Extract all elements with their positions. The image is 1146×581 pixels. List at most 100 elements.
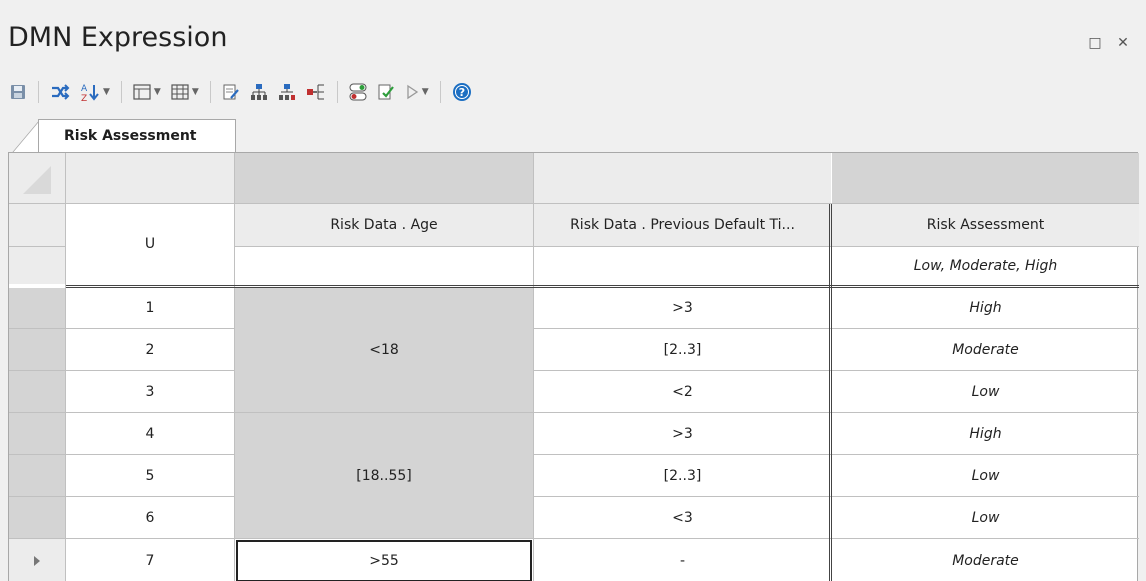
- toolbar-separator: [38, 81, 39, 103]
- input-2-cell[interactable]: <2: [534, 371, 831, 412]
- toggle-icon[interactable]: [346, 80, 370, 104]
- output-cell[interactable]: Moderate: [832, 329, 1139, 370]
- current-row-arrow-icon: [34, 555, 40, 566]
- output-allowed-values[interactable]: Low, Moderate, High: [832, 247, 1139, 284]
- grid-line: [9, 246, 65, 247]
- svg-text:Z: Z: [81, 94, 87, 102]
- maximize-icon[interactable]: □: [1086, 34, 1104, 52]
- chevron-down-icon[interactable]: ▼: [103, 87, 110, 97]
- rule-number: 4: [145, 425, 155, 442]
- help-icon[interactable]: ?: [449, 80, 475, 104]
- rule-number: 7: [145, 552, 155, 569]
- rule-number: 2: [145, 341, 155, 358]
- row-selector[interactable]: [9, 288, 65, 328]
- input-2-cell[interactable]: [2..3]: [534, 329, 831, 370]
- close-icon[interactable]: ✕: [1114, 34, 1132, 52]
- hit-policy-cell[interactable]: U: [66, 204, 234, 284]
- select-all-corner[interactable]: [9, 153, 65, 203]
- row-selector[interactable]: [9, 329, 65, 370]
- input-1-cell-merged[interactable]: <18: [235, 288, 533, 412]
- rule-number: 3: [145, 383, 155, 400]
- row-selector-header[interactable]: [9, 204, 65, 246]
- input-1-cell-selected[interactable]: >55: [236, 540, 532, 581]
- table-layout-icon[interactable]: ▼: [130, 80, 164, 104]
- input-2-header[interactable]: Risk Data . Previous Default Ti...: [534, 204, 831, 246]
- decision-table: U Risk Data . Age Risk Data . Previous D…: [8, 152, 1139, 581]
- run-icon[interactable]: ▼: [402, 80, 432, 104]
- output-separator: [829, 204, 830, 581]
- output-cell[interactable]: Moderate: [832, 539, 1139, 581]
- grid-line: [234, 153, 235, 581]
- grid-line: [234, 246, 1139, 247]
- grid-line: [9, 496, 235, 497]
- edit-doc-icon[interactable]: [219, 80, 243, 104]
- chevron-down-icon[interactable]: ▼: [192, 87, 199, 97]
- row-selector-current[interactable]: [9, 539, 65, 581]
- rule-number: 1: [145, 300, 155, 316]
- svg-text:A: A: [81, 84, 88, 94]
- output-cell[interactable]: High: [832, 288, 1139, 328]
- corner-triangle-icon: [23, 166, 51, 194]
- svg-text:?: ?: [458, 86, 464, 99]
- title-bar: DMN Expression □ ✕: [0, 0, 1146, 80]
- grid-line: [533, 370, 1139, 371]
- tab-strip: Risk Assessment: [0, 110, 1146, 155]
- row-selector[interactable]: [9, 371, 65, 412]
- input-1-allowed-values[interactable]: [235, 247, 533, 284]
- sort-az-icon[interactable]: AZ ▼: [77, 80, 113, 104]
- rule-number: 6: [145, 509, 155, 526]
- input-2-cell[interactable]: -: [534, 539, 831, 581]
- input-column-header-1[interactable]: [235, 153, 533, 203]
- row-selector-header[interactable]: [9, 247, 65, 284]
- grid-layout-icon[interactable]: ▼: [168, 80, 202, 104]
- input-2-cell[interactable]: <3: [534, 497, 831, 538]
- validate-icon[interactable]: [374, 80, 398, 104]
- toolbar: AZ ▼ ▼ ▼ ▼ ?: [6, 77, 706, 107]
- grid-line: [9, 538, 1139, 539]
- output-cell[interactable]: Low: [832, 371, 1139, 412]
- grid-line: [9, 328, 235, 329]
- header-separator: [66, 285, 1139, 286]
- row-selector[interactable]: [9, 497, 65, 538]
- input-1-header[interactable]: Risk Data . Age: [235, 204, 533, 246]
- output-separator: [831, 204, 832, 581]
- output-cell[interactable]: Low: [832, 455, 1139, 496]
- grid-line: [65, 153, 66, 581]
- hit-policy-column-header[interactable]: [66, 153, 234, 203]
- save-icon[interactable]: [6, 80, 30, 104]
- input-1-cell-merged[interactable]: [18..55]: [235, 413, 533, 538]
- input-2-cell[interactable]: [2..3]: [534, 455, 831, 496]
- shuffle-icon[interactable]: [47, 80, 73, 104]
- toolbar-separator: [336, 81, 338, 103]
- output-column-header[interactable]: [832, 153, 1139, 203]
- toolbar-separator: [209, 81, 211, 103]
- input-column-header-2[interactable]: [534, 153, 831, 203]
- grid-line: [533, 153, 534, 581]
- row-selector[interactable]: [9, 455, 65, 496]
- toolbar-separator: [120, 81, 122, 103]
- grid-line: [533, 496, 1139, 497]
- chevron-down-icon[interactable]: ▼: [154, 87, 161, 97]
- rule-number: 5: [145, 467, 155, 484]
- tab-risk-assessment[interactable]: Risk Assessment: [38, 119, 236, 153]
- grid-line: [9, 454, 235, 455]
- chevron-down-icon[interactable]: ▼: [422, 87, 429, 97]
- toolbar-separator: [439, 81, 441, 103]
- grid-line: [533, 328, 1139, 329]
- window-title: DMN Expression: [8, 22, 228, 53]
- hierarchy-icon[interactable]: [247, 80, 271, 104]
- grid-line: [9, 203, 1139, 204]
- output-header[interactable]: Risk Assessment: [832, 204, 1139, 246]
- row-selector[interactable]: [9, 413, 65, 454]
- grid-line: [9, 412, 1139, 413]
- input-2-allowed-values[interactable]: [534, 247, 831, 284]
- input-2-cell[interactable]: >3: [534, 413, 831, 454]
- insert-column-icon[interactable]: [303, 80, 329, 104]
- output-cell[interactable]: Low: [832, 497, 1139, 538]
- header-separator: [66, 287, 1139, 288]
- grid-line: [9, 370, 235, 371]
- grid-line: [533, 454, 1139, 455]
- output-cell[interactable]: High: [832, 413, 1139, 454]
- hierarchy-add-icon[interactable]: [275, 80, 299, 104]
- input-2-cell[interactable]: >3: [534, 288, 831, 328]
